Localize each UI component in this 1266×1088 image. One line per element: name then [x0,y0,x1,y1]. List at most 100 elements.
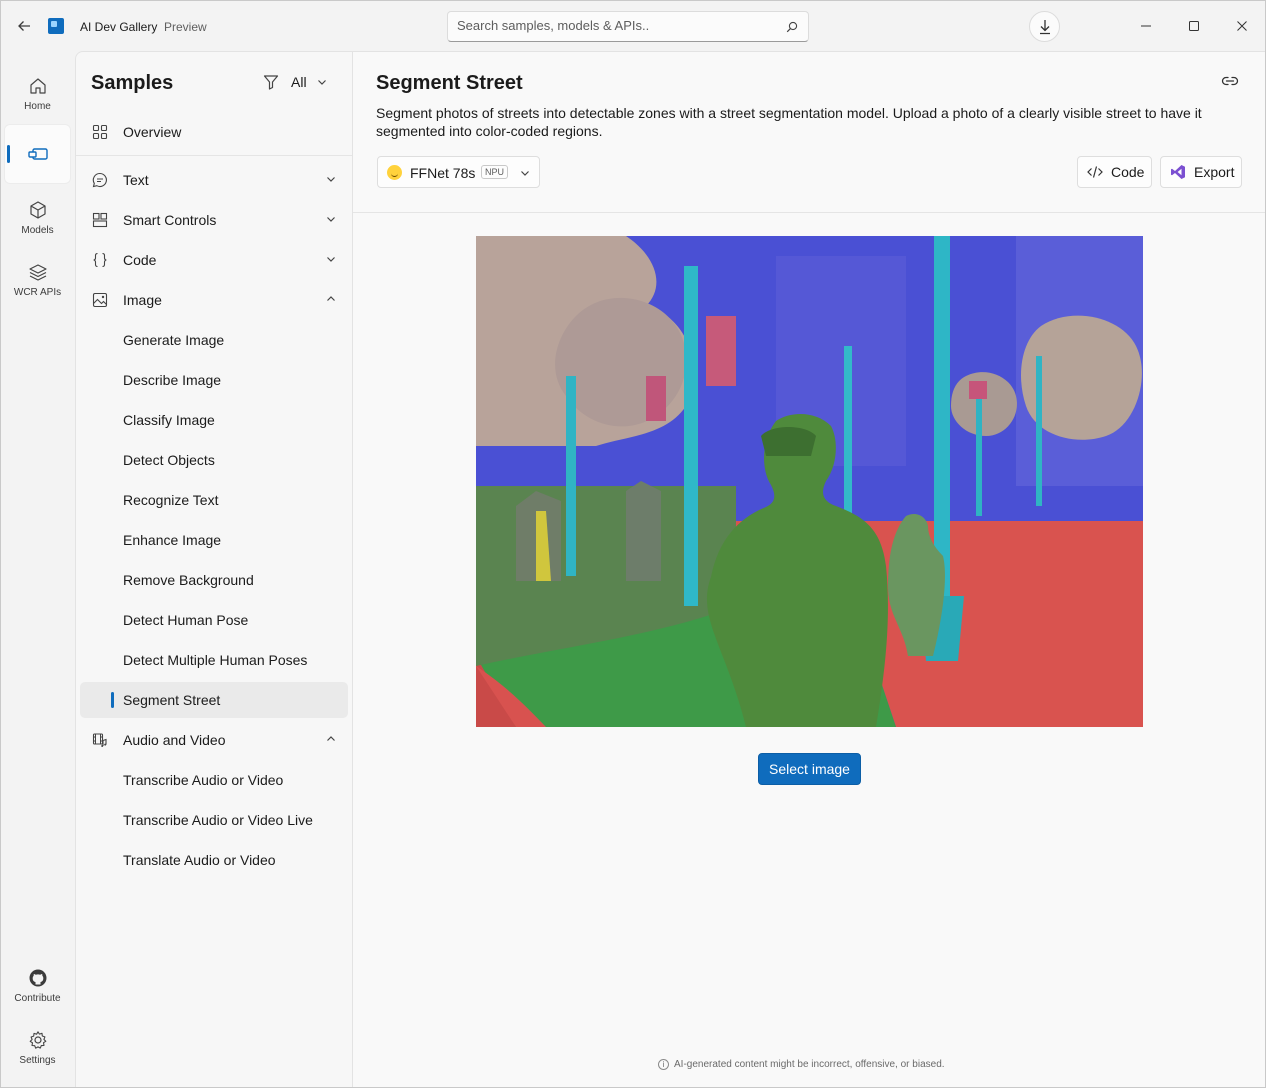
sidebar-item-label: Generate Image [123,332,225,348]
close-icon [1237,21,1247,31]
sidebar-item-label: Detect Multiple Human Poses [123,652,308,668]
model-name: FFNet 78s [410,165,476,181]
link-icon [1221,76,1239,86]
sidebar-item-generate-image[interactable]: Generate Image [80,322,348,358]
segmented-image [476,236,1143,727]
app-title: AI Dev Gallery [80,20,158,34]
filter-icon [263,75,279,90]
rail-item-contribute[interactable]: Contribute [5,957,70,1015]
rail-label-models: Models [21,225,54,236]
sidebar-item-describe-image[interactable]: Describe Image [80,362,348,398]
main-content: Segment Street Segment photos of streets… [353,51,1265,1087]
github-icon [29,969,46,987]
rail-label-contribute: Contribute [14,993,61,1004]
search-icon[interactable] [786,20,798,38]
sidebar-item-label: Recognize Text [123,492,219,508]
layers-icon [28,264,47,281]
filter-dropdown[interactable]: All [263,74,327,90]
sidebar-item-translate-audio-or-video[interactable]: Translate Audio or Video [80,842,348,878]
sample-description: Segment photos of streets into detectabl… [376,105,1202,139]
search-input[interactable] [457,18,777,33]
chat-bubble-icon [92,172,107,188]
sidebar-item-detect-objects[interactable]: Detect Objects [80,442,348,478]
sidebar-item-label: Image [123,292,162,308]
sidebar-divider [76,155,352,156]
sidebar-item-enhance-image[interactable]: Enhance Image [80,522,348,558]
sidebar-item-label: Detect Human Pose [123,612,249,628]
title-bar: AI Dev Gallery Preview [1,1,1265,51]
sidebar-item-label: Text [123,172,149,188]
code-button-label: Code [1111,164,1145,180]
sidebar-item-label: Segment Street [123,692,221,708]
sidebar-item-label: Enhance Image [123,532,222,548]
controls-icon [92,212,108,228]
disclaimer-text: AI-generated content might be incorrect,… [674,1059,945,1070]
sidebar-item-label: Audio and Video [123,732,226,748]
rail-item-settings[interactable]: Settings [5,1019,70,1077]
chevron-down-icon [327,217,335,222]
sidebar-item-transcribe-audio-or-video[interactable]: Transcribe Audio or Video [80,762,348,798]
chevron-up-icon [327,296,335,301]
samples-sidebar: Samples All Overview Text Smart Controls… [75,51,353,1087]
rail-item-models[interactable]: Models [5,189,70,247]
sidebar-item-segment-street[interactable]: Segment Street [80,682,348,718]
chevron-down-icon [327,177,335,182]
rail-label-wcr-apis: WCR APIs [13,287,62,298]
export-button-label: Export [1194,164,1235,180]
sidebar-item-classify-image[interactable]: Classify Image [80,402,348,438]
chevron-up-icon [327,736,335,741]
model-selector[interactable]: FFNet 78s NPU [377,156,540,188]
sidebar-item-label: Describe Image [123,372,222,388]
minimize-button[interactable] [1132,13,1160,39]
sidebar-title: Samples [91,72,174,94]
sidebar-item-remove-background[interactable]: Remove Background [80,562,348,598]
export-button[interactable]: Export [1160,156,1242,188]
sidebar-item-detect-human-pose[interactable]: Detect Human Pose [80,602,348,638]
sidebar-item-label: Code [123,252,157,268]
sidebar-item-label: Smart Controls [123,212,217,228]
sidebar-item-label: Detect Objects [123,452,215,468]
sidebar-item-label: Remove Background [123,572,254,588]
nav-rail: Home Models WCR APIs Contribute Settings [1,51,75,1087]
download-icon [1039,19,1050,34]
visual-studio-icon [1171,165,1185,179]
samples-icon [27,148,48,160]
sidebar-item-audio-and-video[interactable]: Audio and Video [80,722,348,758]
rail-item-samples[interactable] [5,125,70,183]
sidebar-item-transcribe-audio-or-video-live[interactable]: Transcribe Audio or Video Live [80,802,348,838]
rail-item-home[interactable]: Home [5,65,70,123]
maximize-button[interactable] [1180,13,1208,39]
rail-label-settings: Settings [19,1055,56,1066]
copy-link-button[interactable] [1221,74,1239,92]
sidebar-item-detect-multiple-human-poses[interactable]: Detect Multiple Human Poses [80,642,348,678]
braces-icon [93,252,107,268]
sidebar-item-label: Overview [123,124,182,140]
sidebar-item-overview[interactable]: Overview [80,114,348,150]
maximize-icon [1189,21,1199,31]
hugging-face-icon [387,165,402,180]
segmentation-overlay [476,236,1143,727]
sample-header: Segment Street Segment photos of streets… [353,52,1265,213]
sidebar-item-smart-controls[interactable]: Smart Controls [80,202,348,238]
sidebar-item-image[interactable]: Image [80,282,348,318]
select-image-button[interactable]: Select image [758,753,861,785]
sidebar-item-recognize-text[interactable]: Recognize Text [80,482,348,518]
info-icon: i [658,1059,669,1070]
close-button[interactable] [1228,13,1256,39]
sidebar-item-label: Classify Image [123,412,215,428]
sidebar-item-label: Transcribe Audio or Video Live [123,812,313,828]
filter-label: All [291,74,307,90]
npu-badge: NPU [481,165,509,179]
app-window: AI Dev Gallery Preview Home [0,0,1266,1088]
rail-item-wcr-apis[interactable]: WCR APIs [5,251,70,309]
sidebar-item-code[interactable]: Code [80,242,348,278]
code-button[interactable]: Code [1077,156,1152,188]
downloads-button[interactable] [1029,11,1060,42]
back-button[interactable] [11,13,37,39]
sidebar-item-label: Transcribe Audio or Video [123,772,284,788]
chevron-down-icon [327,257,335,262]
home-icon [29,78,46,94]
media-icon [92,733,107,747]
sidebar-item-text[interactable]: Text [80,162,348,198]
code-icon [1087,166,1103,178]
